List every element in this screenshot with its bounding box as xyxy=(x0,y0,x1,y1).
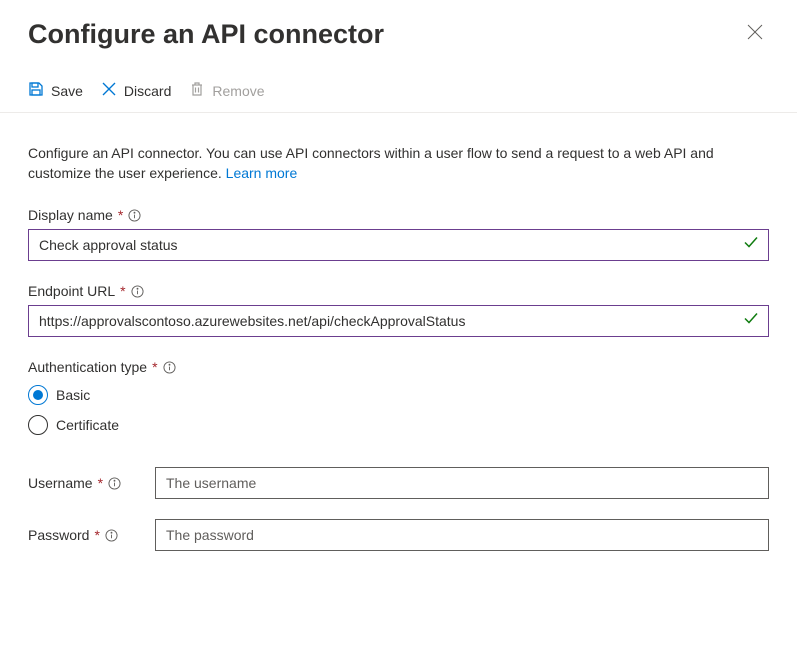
display-name-input[interactable] xyxy=(28,229,769,261)
auth-type-basic-radio[interactable]: Basic xyxy=(28,385,769,405)
page-title: Configure an API connector xyxy=(28,19,384,50)
required-indicator: * xyxy=(118,207,123,223)
info-icon[interactable] xyxy=(108,477,121,490)
display-name-label: Display name xyxy=(28,207,113,223)
remove-label: Remove xyxy=(212,83,264,99)
required-indicator: * xyxy=(94,527,99,543)
radio-circle xyxy=(28,415,48,435)
discard-button[interactable]: Discard xyxy=(101,81,171,100)
info-icon[interactable] xyxy=(105,529,118,542)
learn-more-link[interactable]: Learn more xyxy=(226,165,298,181)
close-button[interactable] xyxy=(741,18,769,51)
trash-icon xyxy=(189,81,205,100)
discard-icon xyxy=(101,81,117,100)
required-indicator: * xyxy=(152,359,157,375)
info-icon[interactable] xyxy=(131,285,144,298)
discard-label: Discard xyxy=(124,83,171,99)
info-icon[interactable] xyxy=(163,361,176,374)
password-label: Password xyxy=(28,527,89,543)
username-input[interactable] xyxy=(155,467,769,499)
save-icon xyxy=(28,81,44,100)
radio-dot xyxy=(33,390,43,400)
close-icon xyxy=(747,27,763,44)
radio-label-certificate: Certificate xyxy=(56,417,119,433)
required-indicator: * xyxy=(120,283,125,299)
radio-circle xyxy=(28,385,48,405)
auth-type-label: Authentication type xyxy=(28,359,147,375)
password-input[interactable] xyxy=(155,519,769,551)
save-button[interactable]: Save xyxy=(28,81,83,100)
description-body: Configure an API connector. You can use … xyxy=(28,145,714,181)
endpoint-url-label: Endpoint URL xyxy=(28,283,115,299)
save-label: Save xyxy=(51,83,83,99)
username-label: Username xyxy=(28,475,93,491)
required-indicator: * xyxy=(98,475,103,491)
remove-button: Remove xyxy=(189,81,264,100)
endpoint-url-input[interactable] xyxy=(28,305,769,337)
auth-type-certificate-radio[interactable]: Certificate xyxy=(28,415,769,435)
radio-label-basic: Basic xyxy=(56,387,90,403)
info-icon[interactable] xyxy=(128,209,141,222)
description-text: Configure an API connector. You can use … xyxy=(28,143,769,183)
check-icon xyxy=(743,311,759,332)
check-icon xyxy=(743,235,759,256)
